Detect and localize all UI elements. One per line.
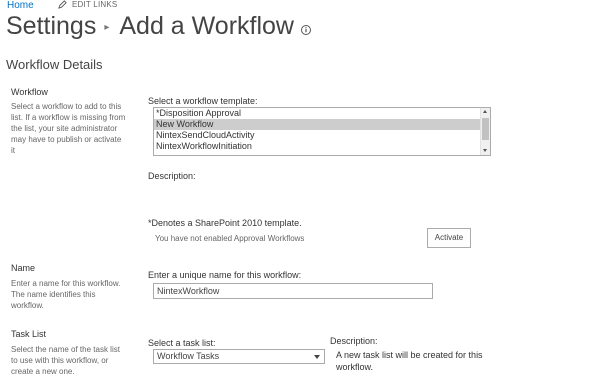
- task-list-field-label: Select a task list:: [148, 338, 216, 348]
- workflow-name-input[interactable]: NintexWorkflow: [153, 283, 433, 299]
- task-list-select[interactable]: Workflow Tasks: [153, 349, 325, 364]
- workflow-heading: Workflow: [11, 87, 48, 97]
- home-link[interactable]: Home: [7, 0, 34, 11]
- chevron-down-icon: [314, 355, 320, 359]
- section-title: Workflow Details: [6, 57, 103, 72]
- workflow-description: Select a workflow to add to this list. I…: [11, 102, 126, 155]
- sp2010-note: *Denotes a SharePoint 2010 template.: [148, 218, 302, 228]
- name-heading: Name: [11, 263, 36, 273]
- name-description: Enter a name for this workflow. The name…: [11, 279, 121, 310]
- task-list-description: Select the name of the task list to use …: [11, 345, 120, 376]
- pencil-icon: [58, 0, 67, 9]
- info-icon[interactable]: [300, 14, 312, 43]
- template-option[interactable]: NintexWorkflowInitiation: [154, 141, 490, 152]
- breadcrumb-separator-icon: ▸: [104, 22, 110, 33]
- template-label: Select a workflow template:: [148, 96, 258, 106]
- template-description-label: Description:: [148, 171, 196, 181]
- edit-links-button[interactable]: EDIT LINKS: [58, 0, 117, 9]
- edit-links-label: EDIT LINKS: [72, 0, 118, 9]
- approval-note: You have not enabled Approval Workflows: [155, 234, 305, 243]
- template-option-selected[interactable]: New Workflow: [154, 119, 490, 130]
- workflow-template-listbox[interactable]: *Disposition Approval New Workflow Ninte…: [153, 107, 491, 156]
- task-list-desc-text: A new task list will be created for this…: [336, 350, 483, 372]
- name-field-label: Enter a unique name for this workflow:: [148, 270, 302, 280]
- task-list-selected-value: Workflow Tasks: [157, 351, 220, 361]
- task-list-desc-label: Description:: [330, 336, 378, 346]
- activate-button[interactable]: Activate: [427, 228, 471, 248]
- breadcrumb-settings[interactable]: Settings: [6, 12, 96, 41]
- scroll-up-icon[interactable]: [483, 110, 487, 113]
- page-title-text: Add a Workflow: [119, 12, 294, 40]
- scroll-down-icon[interactable]: [483, 149, 487, 152]
- template-option[interactable]: NintexSendCloudActivity: [154, 130, 490, 141]
- task-list-heading: Task List: [11, 329, 47, 339]
- listbox-scrollbar[interactable]: [480, 108, 490, 155]
- scrollbar-thumb[interactable]: [482, 118, 489, 140]
- template-option[interactable]: *Disposition Approval: [154, 108, 490, 119]
- page-title: Settings ▸ Add a Workflow: [6, 12, 312, 41]
